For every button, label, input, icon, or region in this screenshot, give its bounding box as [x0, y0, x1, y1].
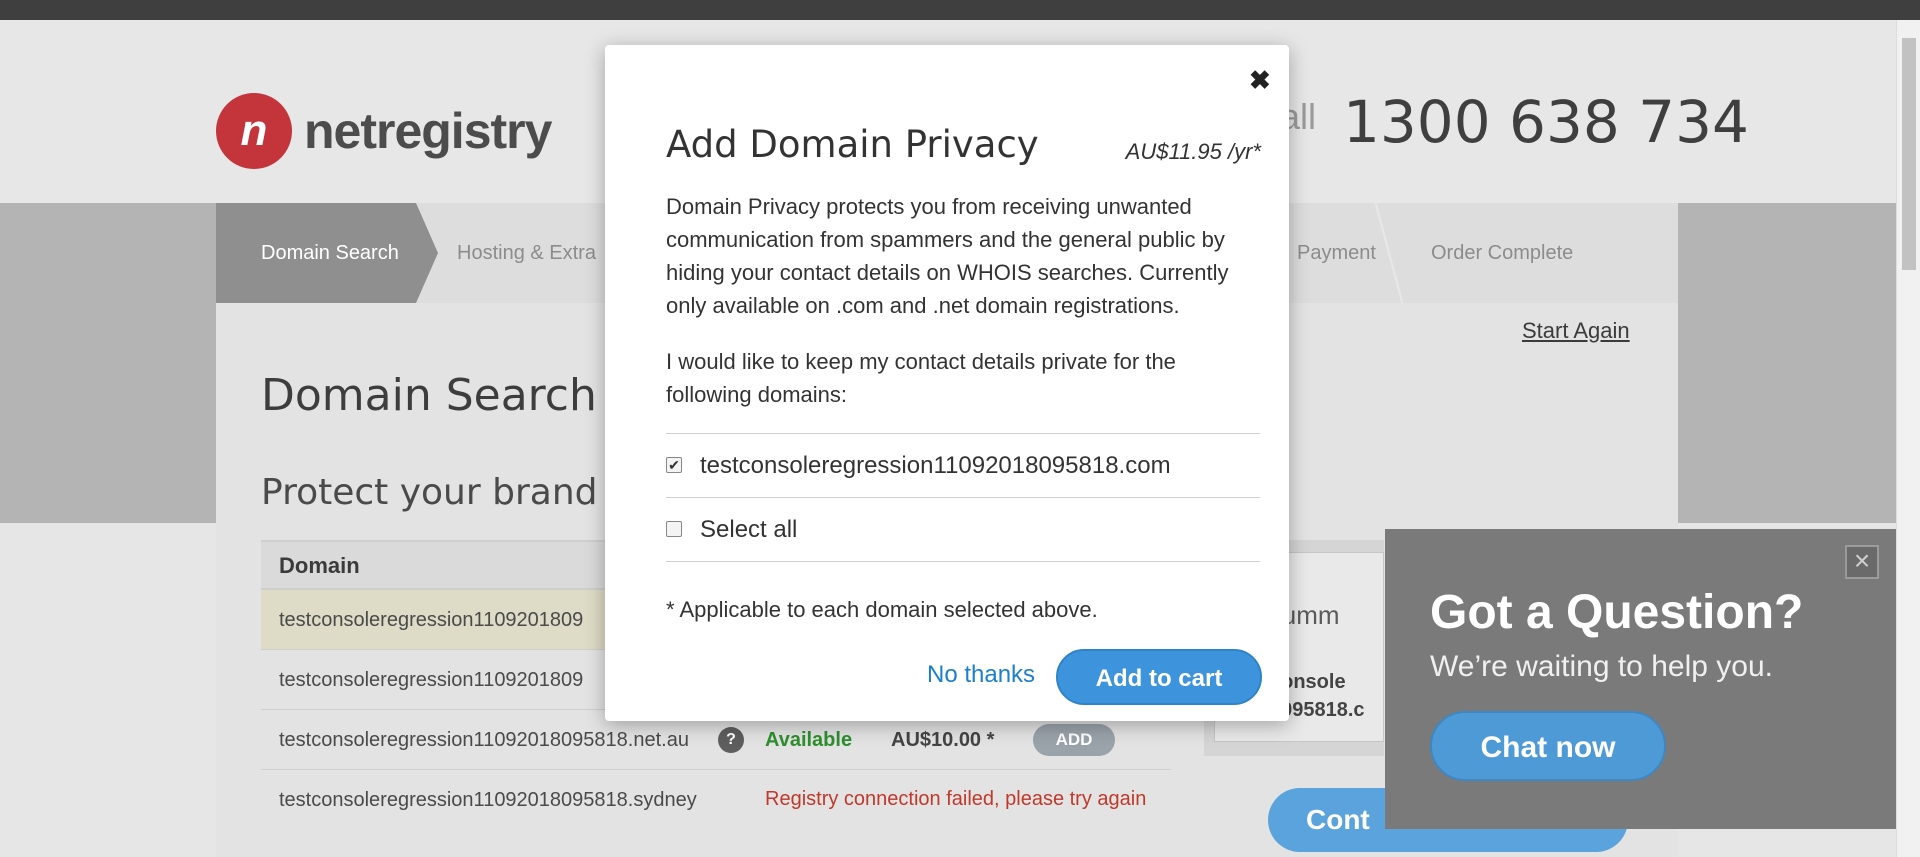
netregistry-logo[interactable]: n netregistry [216, 93, 552, 169]
step-domain-search[interactable]: Domain Search [216, 203, 438, 303]
page-title: Domain Search [261, 370, 597, 421]
error-message: Registry connection failed, please try a… [765, 788, 1147, 810]
chat-title: Got a Question? [1430, 586, 1804, 639]
top-bar [0, 0, 1920, 20]
modal-price: AU$11.95 /yr* [1125, 139, 1261, 164]
select-all-checkbox[interactable] [666, 521, 682, 537]
privacy-domain-list: ✔ testconsoleregression11092018095818.co… [666, 433, 1260, 562]
domain-checkbox[interactable]: ✔ [666, 457, 682, 473]
modal-title: Add Domain Privacy [666, 123, 1039, 166]
start-again-link[interactable]: Start Again [1522, 318, 1630, 344]
domain-name: testconsoleregression1109201809 [279, 669, 584, 691]
add-to-cart-button[interactable]: Add to cart [1056, 649, 1262, 705]
select-all-option[interactable]: Select all [666, 498, 1260, 562]
no-thanks-link[interactable]: No thanks [927, 661, 1035, 689]
privacy-domain-label: testconsoleregression11092018095818.com [700, 452, 1171, 479]
page-scrollbar[interactable] [1896, 20, 1920, 857]
step-hosting-extras[interactable]: Hosting & Extra [457, 203, 596, 303]
scrollbar-thumb[interactable] [1902, 38, 1916, 270]
domain-privacy-modal: ✖ Add Domain Privacy AU$11.95 /yr* Domai… [605, 45, 1289, 721]
modal-description: Domain Privacy protects you from receivi… [666, 194, 1229, 318]
modal-note: * Applicable to each domain selected abo… [666, 597, 1098, 622]
step-order-complete[interactable]: Order Complete [1431, 203, 1573, 303]
chat-close-icon[interactable]: × [1845, 545, 1879, 579]
modal-close-icon[interactable]: ✖ [1249, 65, 1271, 96]
add-domain-button[interactable]: ADD [1033, 724, 1115, 756]
logo-text: netregistry [304, 103, 552, 159]
chat-subtitle: We’re waiting to help you. [1430, 650, 1773, 683]
help-icon[interactable]: ? [718, 727, 744, 753]
domain-name: testconsoleregression11092018095818.sydn… [279, 789, 697, 811]
section-title: Protect your brand [261, 472, 598, 513]
privacy-domain-option[interactable]: ✔ testconsoleregression11092018095818.co… [666, 434, 1260, 498]
domain-name: testconsoleregression11092018095818.net.… [279, 729, 689, 751]
phone-number[interactable]: 1300 638 734 [1343, 88, 1749, 156]
table-row: testconsoleregression11092018095818.sydn… [261, 770, 1171, 850]
chat-now-button[interactable]: Chat now [1430, 711, 1666, 781]
modal-prompt: I would like to keep my contact details … [666, 349, 1176, 407]
domain-name: testconsoleregression1109201809 [279, 609, 584, 631]
logo-icon: n [216, 93, 292, 169]
select-all-label: Select all [700, 516, 798, 543]
